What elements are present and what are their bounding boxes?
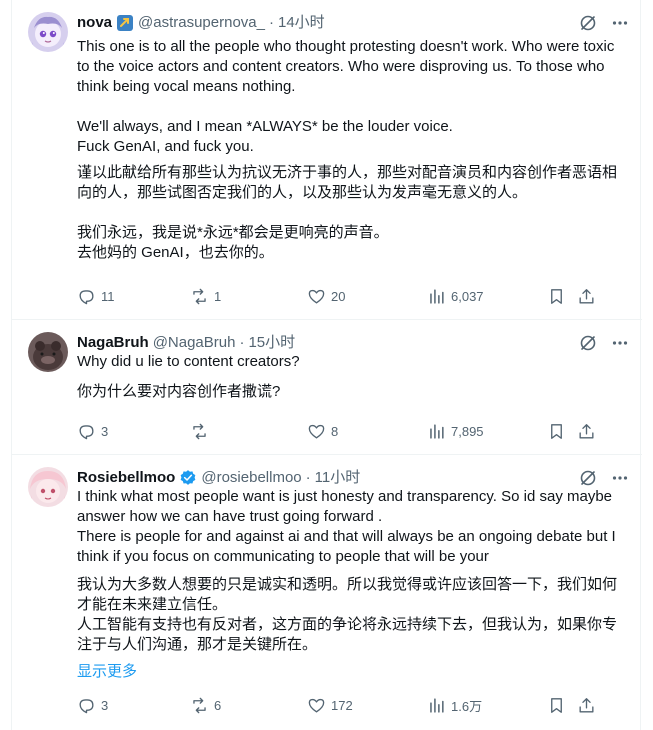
heart-icon <box>308 424 325 439</box>
bookmark-button[interactable] <box>547 693 566 717</box>
timestamp[interactable]: 15小时 <box>248 333 295 353</box>
display-name[interactable]: nova <box>77 13 112 33</box>
repost-button[interactable]: 6 <box>190 693 221 717</box>
like-count: 8 <box>331 423 339 439</box>
like-button[interactable]: 20 <box>307 284 345 308</box>
timestamp[interactable]: 11小时 <box>315 468 361 488</box>
bar-chart-icon <box>430 288 444 304</box>
handle[interactable]: @NagaBruh <box>153 333 236 353</box>
like-button[interactable]: 8 <box>307 419 338 443</box>
separator-dot: · <box>268 14 274 31</box>
view-count: 6,037 <box>451 288 484 304</box>
separator-dot: · <box>305 469 311 486</box>
handle[interactable]: @rosiebellmoo <box>201 468 301 488</box>
post-paragraph: I think what most people want is just ho… <box>77 488 616 565</box>
heart-icon <box>308 289 325 304</box>
repost-button[interactable]: 1 <box>190 284 221 308</box>
action-bar: 11 1 20 6,037 <box>77 284 610 308</box>
translated-text: 你为什么要对内容创作者撒谎? <box>77 382 617 402</box>
bookmark-icon <box>551 697 562 713</box>
more-options-icon[interactable] <box>610 468 630 488</box>
reply-button[interactable]: 11 <box>77 284 115 308</box>
show-more-link[interactable]: 显示更多 <box>77 662 137 682</box>
avatar[interactable] <box>28 12 68 52</box>
more-options-icon[interactable] <box>610 13 630 33</box>
header-actions <box>578 467 630 489</box>
bar-chart-icon <box>430 697 444 713</box>
post-text: Why did u lie to content creators? <box>77 352 617 372</box>
post-paragraph: Why did u lie to content creators? <box>77 353 300 370</box>
translated-paragraph: 我们永远，我是说*永远*都会是更响亮的声音。 去他妈的 GenAI，也去你的。 <box>77 224 389 261</box>
action-bar: 3 8 7,895 <box>77 419 610 443</box>
verified-badge-icon <box>179 469 197 487</box>
grok-icon[interactable] <box>578 468 598 488</box>
post-paragraph: This one is to all the people who though… <box>77 38 615 95</box>
translated-text: 我认为大多数人想要的只是诚实和透明。所以我觉得或许应该回答一下，我们如何才能在未… <box>77 575 617 655</box>
like-count: 20 <box>331 288 346 304</box>
translated-text: 谨以此献给所有那些认为抗议无济于事的人，那些对配音演员和内容创作者恶语相向的人，… <box>77 163 617 263</box>
reply-icon <box>79 424 94 439</box>
more-options-icon[interactable] <box>610 333 630 353</box>
repost-icon <box>193 697 206 713</box>
share-button[interactable] <box>577 284 596 308</box>
post-header: nova @astrasupernova_ · 14小时 <box>77 12 630 34</box>
reply-icon <box>79 698 94 713</box>
timestamp[interactable]: 14小时 <box>278 13 325 33</box>
post[interactable]: nova @astrasupernova_ · 14小时 This one is <box>12 0 642 320</box>
post-paragraph: We'll always, and I mean *ALWAYS* be the… <box>77 118 453 155</box>
translated-paragraph: 谨以此献给所有那些认为抗议无济于事的人，那些对配音演员和内容创作者恶语相向的人，… <box>77 164 618 201</box>
header-actions <box>578 332 630 354</box>
reply-button[interactable]: 3 <box>77 419 108 443</box>
post[interactable]: Rosiebellmoo @rosiebellmoo · 11小时 I thin <box>12 455 642 730</box>
bar-chart-icon <box>430 423 444 439</box>
share-icon <box>579 423 594 439</box>
separator-dot: · <box>239 334 245 351</box>
bookmark-button[interactable] <box>547 284 566 308</box>
views-button[interactable]: 7,895 <box>427 419 484 443</box>
post-text: This one is to all the people who though… <box>77 37 617 157</box>
reply-count: 3 <box>101 423 109 439</box>
post-header: Rosiebellmoo @rosiebellmoo · 11小时 <box>77 467 630 489</box>
share-icon <box>579 288 594 304</box>
share-button[interactable] <box>577 693 596 717</box>
reply-button[interactable]: 3 <box>77 693 108 717</box>
header-actions <box>578 12 630 34</box>
action-bar: 3 6 172 1.6万 <box>77 693 610 717</box>
views-button[interactable]: 6,037 <box>427 284 484 308</box>
handle[interactable]: @astrasupernova_ <box>138 13 265 33</box>
view-count: 7,895 <box>451 423 484 439</box>
views-button[interactable]: 1.6万 <box>427 693 482 717</box>
reply-count: 11 <box>101 288 115 304</box>
heart-icon <box>308 698 325 713</box>
bookmark-button[interactable] <box>547 419 566 443</box>
reply-icon <box>79 289 94 304</box>
avatar[interactable] <box>28 467 68 507</box>
like-count: 172 <box>331 697 353 713</box>
view-count: 1.6万 <box>451 698 483 714</box>
reply-count: 3 <box>101 697 109 713</box>
repost-icon <box>193 288 206 304</box>
share-button[interactable] <box>577 419 596 443</box>
like-button[interactable]: 172 <box>307 693 353 717</box>
post[interactable]: NagaBruh @NagaBruh · 15小时 Why did u lie … <box>12 320 642 455</box>
repost-count: 6 <box>214 697 222 713</box>
share-icon <box>579 697 594 713</box>
display-name[interactable]: Rosiebellmoo <box>77 468 175 488</box>
display-name[interactable]: NagaBruh <box>77 333 149 353</box>
post-text: I think what most people want is just ho… <box>77 487 617 567</box>
avatar[interactable] <box>28 332 68 372</box>
grok-icon[interactable] <box>578 333 598 353</box>
blue-square-badge-icon <box>116 14 134 32</box>
grok-icon[interactable] <box>578 13 598 33</box>
repost-button[interactable] <box>190 419 214 443</box>
post-header: NagaBruh @NagaBruh · 15小时 <box>77 332 630 354</box>
translated-paragraph: 我认为大多数人想要的只是诚实和透明。所以我觉得或许应该回答一下，我们如何才能在未… <box>77 576 618 653</box>
bookmark-icon <box>551 423 562 439</box>
repost-count: 1 <box>214 288 222 304</box>
translated-paragraph: 你为什么要对内容创作者撒谎? <box>77 383 281 400</box>
timeline: nova @astrasupernova_ · 14小时 This one is <box>11 0 642 730</box>
bookmark-icon <box>551 288 562 304</box>
repost-icon <box>193 423 206 439</box>
